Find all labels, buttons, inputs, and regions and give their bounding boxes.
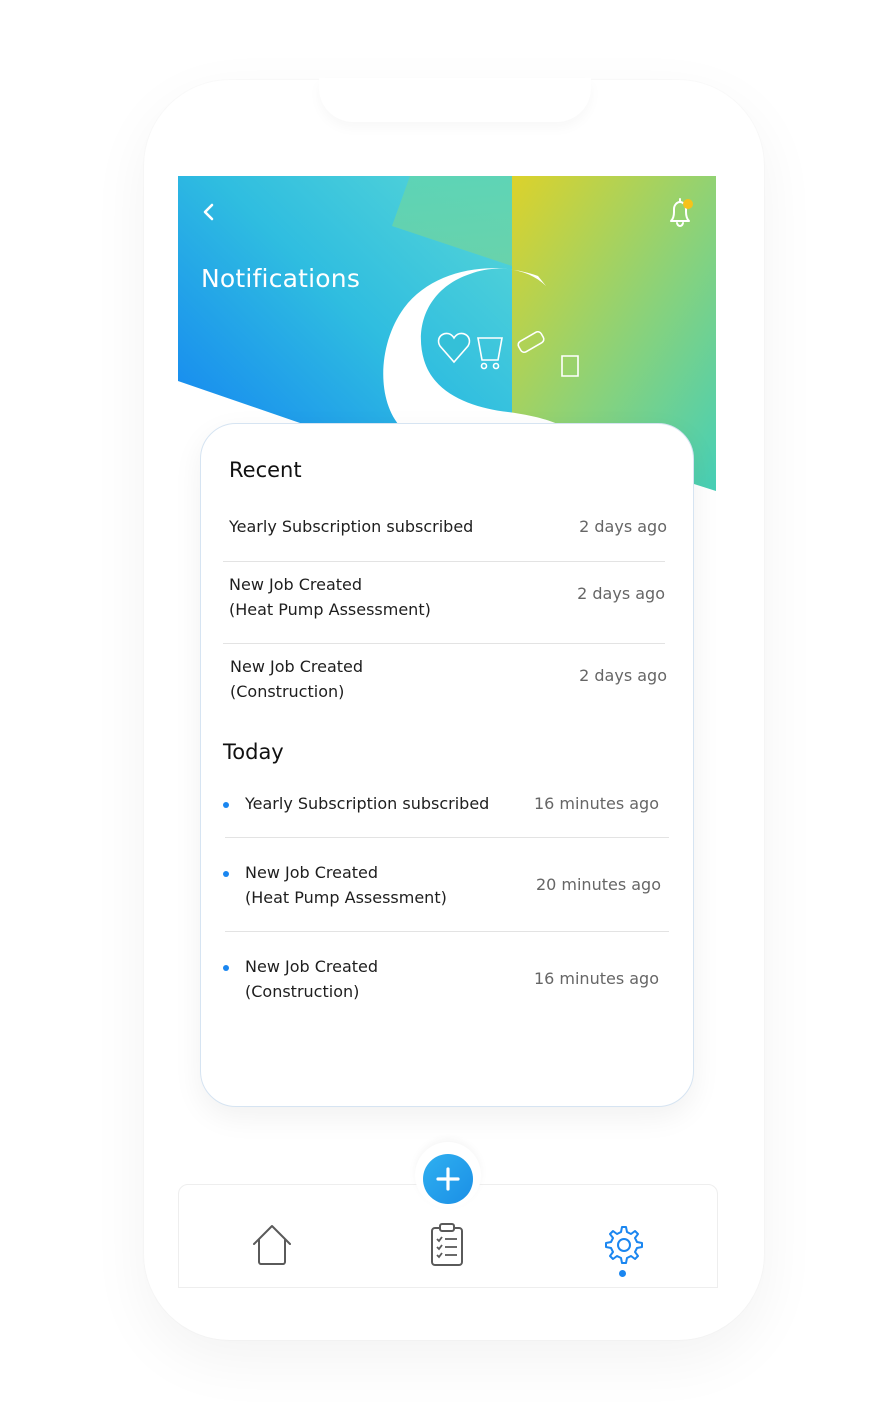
bell-badge — [683, 199, 693, 209]
tab-settings[interactable] — [600, 1222, 644, 1268]
notification-detail: (Construction) — [230, 682, 345, 701]
divider — [223, 561, 665, 562]
unread-dot — [223, 871, 229, 877]
today-section-title: Today — [223, 740, 284, 764]
tab-home[interactable] — [250, 1222, 294, 1268]
notification-time: 2 days ago — [579, 517, 667, 536]
notifications-bell-button[interactable] — [662, 194, 698, 230]
home-icon — [253, 1225, 291, 1265]
page-title: Notifications — [201, 264, 361, 293]
notification-time: 16 minutes ago — [533, 969, 659, 988]
divider — [225, 931, 669, 932]
notification-detail: (Heat Pump Assessment) — [245, 888, 447, 907]
clipboard-checklist-icon — [431, 1223, 463, 1266]
notification-message: Yearly Subscription subscribed — [229, 517, 474, 536]
plus-icon — [436, 1167, 460, 1191]
recent-section-title: Recent — [229, 458, 302, 482]
chevron-left-icon — [203, 203, 214, 221]
notification-detail: (Heat Pump Assessment) — [229, 600, 431, 619]
add-button[interactable] — [423, 1154, 473, 1204]
notification-message: New Job Created — [230, 657, 364, 676]
notification-detail: (Construction) — [245, 982, 360, 1001]
notification-time: 2 days ago — [577, 584, 665, 603]
notification-message: New Job Created — [229, 575, 363, 594]
unread-dot — [223, 802, 229, 808]
notification-time: 2 days ago — [579, 666, 667, 685]
tab-tasks[interactable] — [425, 1222, 469, 1268]
notification-time: 20 minutes ago — [535, 875, 661, 894]
divider — [223, 643, 665, 644]
phone-notch — [319, 78, 591, 122]
notification-message: Yearly Subscription subscribed — [245, 794, 490, 813]
unread-dot — [223, 965, 229, 971]
bell-icon — [670, 198, 693, 228]
notification-message: New Job Created — [245, 863, 379, 882]
notification-time: 16 minutes ago — [533, 794, 659, 813]
active-tab-indicator — [619, 1270, 626, 1277]
gear-icon — [605, 1226, 643, 1264]
notifications-card: Recent Yearly Subscription subscribed 2 … — [200, 423, 694, 1107]
notification-message: New Job Created — [245, 957, 379, 976]
divider — [225, 837, 669, 838]
back-button[interactable] — [198, 200, 220, 224]
